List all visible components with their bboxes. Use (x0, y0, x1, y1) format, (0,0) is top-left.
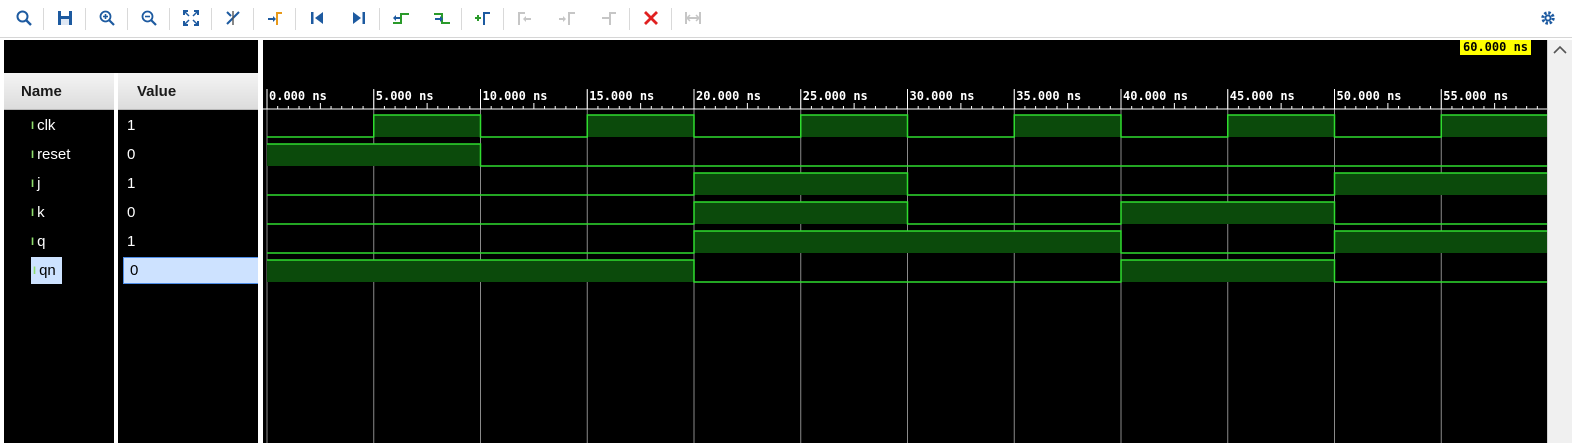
swap-cursors-icon[interactable] (595, 5, 623, 31)
signal-name[interactable]: Ɩclk (31, 111, 55, 140)
delete-icon[interactable] (637, 5, 665, 31)
time-tick-label: 40.000 ns (1123, 89, 1188, 103)
signal-value[interactable]: 1 (127, 111, 135, 140)
snap-icon[interactable] (679, 5, 707, 31)
toolbar (0, 0, 1572, 38)
waveform-high-fill (694, 231, 1121, 253)
signal-row[interactable]: Ɩj 1 (4, 169, 258, 198)
gear-icon[interactable] (1534, 5, 1562, 31)
signal-name-label: clk (37, 117, 56, 134)
time-tick-label: 50.000 ns (1337, 89, 1402, 103)
waveform-high-fill (694, 202, 908, 224)
time-tick-label: 15.000 ns (589, 89, 654, 103)
time-tick-label: 5.000 ns (376, 89, 434, 103)
time-tick-label: 25.000 ns (803, 89, 868, 103)
waveform-high-fill (1334, 173, 1547, 195)
time-tick-label: 0.000 ns (269, 89, 327, 103)
time-tick-label: 10.000 ns (483, 89, 548, 103)
next-transition-icon[interactable] (428, 5, 456, 31)
signal-row[interactable]: Ɩk 0 (4, 198, 258, 227)
wire-signal-icon: Ɩ (33, 264, 36, 277)
signal-name-label: k (37, 204, 45, 221)
waveform-high-fill (1014, 115, 1121, 137)
value-column-header[interactable]: Value (118, 73, 258, 110)
vertical-scrollbar[interactable] (1547, 40, 1572, 443)
time-tick-label: 55.000 ns (1443, 89, 1508, 103)
value-header-label: Value (137, 82, 177, 100)
signal-name-label: j (37, 175, 41, 192)
waveform-high-fill (587, 115, 694, 137)
signal-name-label: reset (37, 146, 71, 163)
zoom-fit-icon[interactable] (177, 5, 205, 31)
signal-name-label: q (37, 233, 46, 250)
next-marker-icon[interactable] (553, 5, 581, 31)
add-marker-icon[interactable] (469, 5, 497, 31)
previous-transition-icon[interactable] (387, 5, 415, 31)
waveform-high-fill (1121, 260, 1335, 282)
wire-signal-icon: Ɩ (31, 235, 34, 248)
save-icon[interactable] (51, 5, 79, 31)
go-to-start-icon[interactable] (303, 5, 331, 31)
time-tick-label: 20.000 ns (696, 89, 761, 103)
signal-name[interactable]: Ɩj (31, 169, 40, 198)
previous-marker-icon[interactable] (511, 5, 539, 31)
signal-row[interactable]: Ɩq 1 (4, 227, 258, 256)
signal-value[interactable]: 0 (127, 198, 135, 227)
cursor-time-label: 60.000 ns (1460, 40, 1532, 55)
wire-signal-icon: Ɩ (31, 148, 34, 161)
signal-row[interactable]: Ɩreset 0 (4, 140, 258, 169)
waveform-high-fill (800, 115, 908, 137)
cursor-to-zero-icon[interactable] (219, 5, 247, 31)
zoom-out-icon[interactable] (135, 5, 163, 31)
waveform-high-fill (1227, 115, 1335, 137)
time-tick-label: 30.000 ns (910, 89, 975, 103)
go-to-time-icon[interactable] (261, 5, 289, 31)
wire-signal-icon: Ɩ (31, 206, 34, 219)
signal-value[interactable]: 0 (123, 257, 259, 284)
waveform-high-fill (267, 144, 481, 166)
waveform-high-fill (1334, 231, 1547, 253)
waveform-canvas[interactable]: 0.000 ns 5.000 ns 10.000 ns 15.000 ns 20.000… (263, 40, 1547, 443)
wire-signal-icon: Ɩ (31, 177, 34, 190)
signal-value[interactable]: 1 (127, 169, 135, 198)
search-icon[interactable] (10, 5, 38, 31)
signal-row[interactable]: Ɩclk 1 (4, 111, 258, 140)
signal-name[interactable]: Ɩq (31, 227, 45, 256)
name-column-header[interactable]: Name (4, 73, 114, 110)
waveform-high-fill (373, 115, 481, 137)
waveform-high-fill (694, 173, 908, 195)
time-tick-label: 35.000 ns (1016, 89, 1081, 103)
signal-row[interactable]: Ɩqn 0 (4, 256, 259, 285)
signal-waveform-k (267, 201, 1547, 225)
go-to-end-icon[interactable] (345, 5, 373, 31)
waveform-area[interactable]: 0.000 ns 5.000 ns 10.000 ns 15.000 ns 20.000… (263, 40, 1547, 443)
name-header-label: Name (21, 82, 62, 100)
time-tick-label: 45.000 ns (1230, 89, 1295, 103)
waveform-high-fill (267, 260, 694, 282)
zoom-in-icon[interactable] (93, 5, 121, 31)
wire-signal-icon: Ɩ (31, 119, 34, 132)
signal-name[interactable]: Ɩreset (31, 140, 70, 169)
waveform-high-fill (1121, 202, 1335, 224)
waveform-high-fill (1441, 115, 1547, 137)
signal-name[interactable]: Ɩqn (31, 257, 62, 284)
scroll-up-icon[interactable] (1548, 40, 1572, 60)
signal-value[interactable]: 0 (127, 140, 135, 169)
signal-name[interactable]: Ɩk (31, 198, 45, 227)
signal-value[interactable]: 1 (127, 227, 135, 256)
signal-name-label: qn (39, 262, 56, 279)
